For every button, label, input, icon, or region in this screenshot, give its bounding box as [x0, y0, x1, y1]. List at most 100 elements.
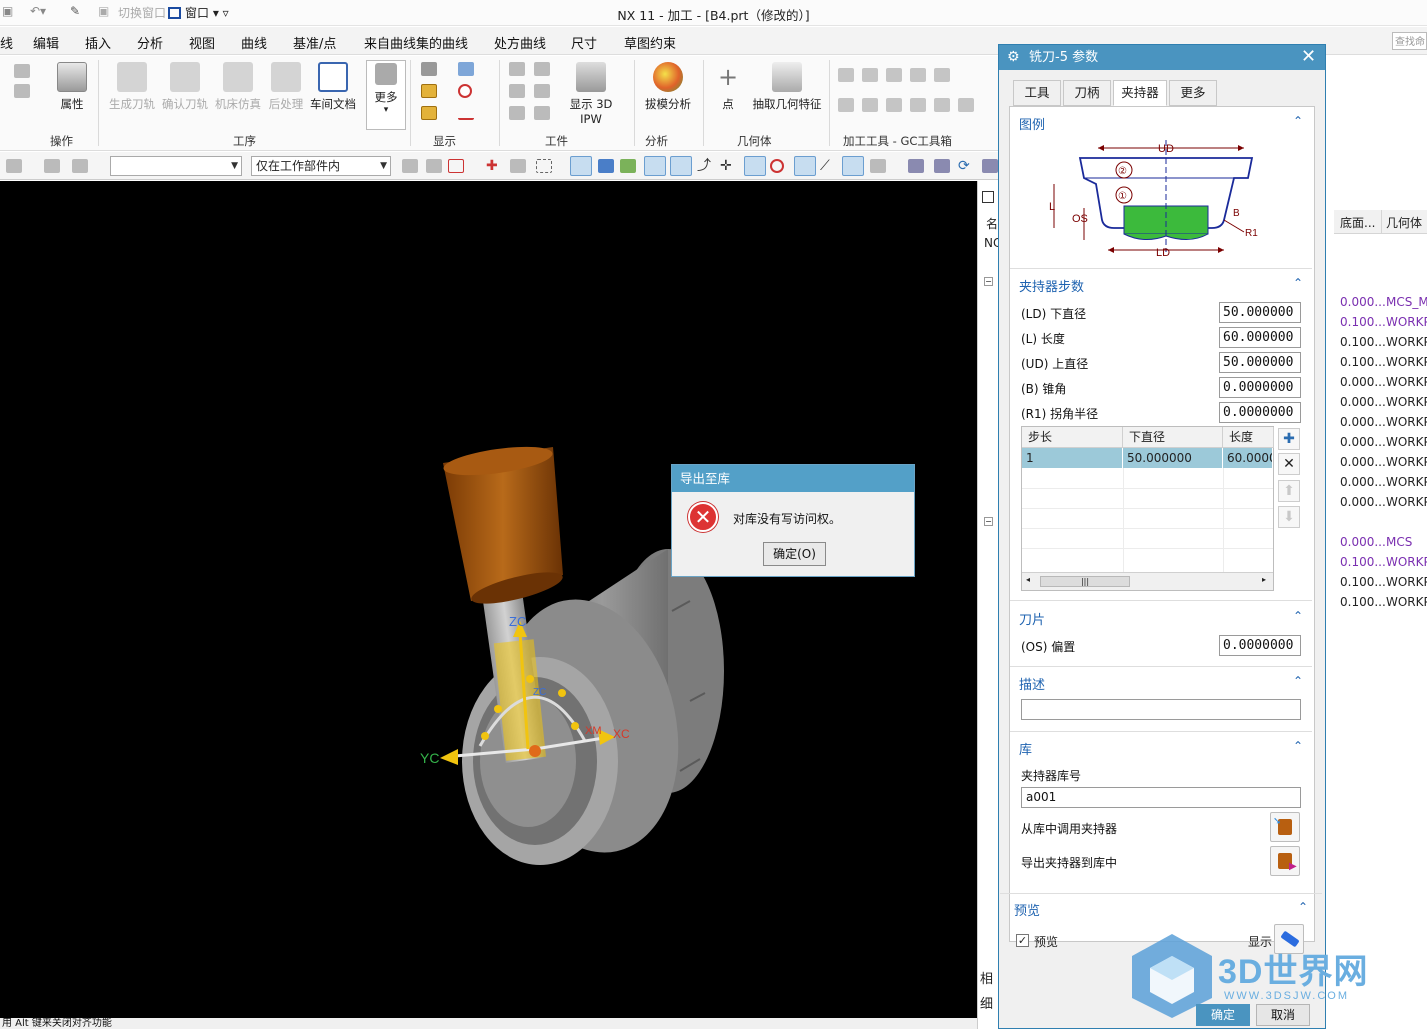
scroll-left-icon[interactable]: ◂: [1026, 575, 1030, 584]
gc-tool-icon[interactable]: [886, 98, 902, 112]
menu-insert[interactable]: 插入: [85, 33, 111, 52]
scroll-right-icon[interactable]: ▸: [1262, 575, 1266, 584]
snap-center-icon[interactable]: [744, 156, 766, 176]
chevron-up-icon[interactable]: ⌃: [1293, 674, 1303, 688]
horizontal-scrollbar[interactable]: ◂ ||| ▸: [1022, 572, 1273, 590]
cube-shaded-icon[interactable]: [598, 159, 614, 173]
param-ld-field[interactable]: 50.000000: [1219, 302, 1301, 323]
error-dialog-title[interactable]: 导出至库: [672, 465, 914, 492]
menu-dimension[interactable]: 尺寸: [571, 33, 597, 52]
table-row[interactable]: 0.000... WORKP: [1334, 492, 1427, 512]
error-ok-button[interactable]: 确定(O): [763, 542, 826, 566]
snap-midpoint-icon[interactable]: [670, 156, 692, 176]
display-icon[interactable]: [421, 106, 437, 120]
chevron-up-icon[interactable]: ⌃: [1293, 609, 1303, 623]
display-icon[interactable]: [458, 106, 474, 120]
table-header-length[interactable]: 长度: [1223, 427, 1274, 448]
snap-icon[interactable]: ✚: [486, 159, 502, 173]
cancel-button[interactable]: 取消: [1256, 1004, 1310, 1026]
gc-tool-icon[interactable]: [862, 98, 878, 112]
menu-prescription-curve[interactable]: 处方曲线: [494, 33, 546, 52]
marquee-icon[interactable]: [536, 159, 552, 173]
table-header-lower-diameter[interactable]: 下直径: [1123, 427, 1223, 448]
command-search-input[interactable]: 查找命: [1392, 32, 1427, 50]
snap-points-icon[interactable]: [620, 159, 636, 173]
view-icon[interactable]: [934, 159, 950, 173]
gc-tool-icon[interactable]: [910, 68, 926, 82]
snap-face-icon[interactable]: [842, 156, 864, 176]
gc-tool-icon[interactable]: [886, 68, 902, 82]
section-figure-header[interactable]: 图例: [1019, 114, 1045, 133]
menu-curve-partial[interactable]: 线: [0, 33, 13, 52]
nav-col-name[interactable]: 名: [986, 215, 998, 232]
menu-curves-from-curves[interactable]: 来自曲线集的曲线: [364, 33, 468, 52]
snap-icon[interactable]: [870, 159, 886, 173]
gc-tool-icon[interactable]: [838, 98, 854, 112]
table-row[interactable]: 0.000... WORKP: [1334, 412, 1427, 432]
menu-curve[interactable]: 曲线: [241, 33, 267, 52]
display-icon[interactable]: [421, 84, 437, 98]
library-number-field[interactable]: a001: [1021, 787, 1301, 808]
preview-checkbox[interactable]: ✓: [1016, 934, 1029, 947]
display-icon[interactable]: [421, 62, 437, 76]
select-icon[interactable]: [510, 159, 526, 173]
menu-analysis[interactable]: 分析: [137, 33, 163, 52]
extract-geometry-button[interactable]: 抽取几何特征: [750, 62, 824, 112]
table-header-step[interactable]: 步长: [1022, 427, 1123, 448]
ribbon-small-icon[interactable]: [14, 64, 30, 78]
snap-existing-point-icon[interactable]: [794, 156, 816, 176]
collapse-icon[interactable]: −: [984, 517, 993, 526]
col-geometry-header[interactable]: 几何体: [1386, 214, 1422, 231]
select-icon[interactable]: [448, 159, 464, 173]
chevron-up-icon[interactable]: ⌃: [1293, 114, 1303, 128]
section-library-header[interactable]: 库: [1019, 739, 1032, 758]
gc-tool-icon[interactable]: [838, 68, 854, 82]
table-row[interactable]: 0.000... WORKP: [1334, 432, 1427, 452]
filter-icon[interactable]: [72, 159, 88, 173]
gear-icon[interactable]: ⚙: [1007, 49, 1020, 65]
table-row[interactable]: 0.000... WORKP: [1334, 472, 1427, 492]
ok-button[interactable]: 确定: [1196, 1004, 1250, 1026]
view-icon[interactable]: [982, 159, 998, 173]
workpiece-icon[interactable]: [534, 62, 550, 76]
table-row[interactable]: 0.100... WORKP: [1334, 572, 1427, 592]
section-preview-header[interactable]: 预览: [1014, 900, 1040, 919]
table-row[interactable]: 0.000... MCS: [1334, 532, 1427, 552]
section-insert-header[interactable]: 刀片: [1019, 609, 1045, 628]
snap-curve-icon[interactable]: ⤴: [697, 159, 713, 173]
table-row[interactable]: 0.100... WORKP: [1334, 312, 1427, 332]
menu-view[interactable]: 视图: [189, 33, 215, 52]
chevron-up-icon[interactable]: ⌃: [1293, 739, 1303, 753]
snap-quadrant-icon[interactable]: [770, 159, 784, 173]
refresh-icon[interactable]: ⟳: [958, 159, 974, 173]
generate-path-button[interactable]: 生成刀轨: [108, 62, 156, 112]
table-row[interactable]: [1334, 512, 1427, 532]
type-filter-select[interactable]: ▼: [110, 156, 242, 176]
display-icon[interactable]: [458, 84, 472, 98]
more-button[interactable]: 更多 ▾: [366, 60, 406, 130]
maximize-icon[interactable]: [982, 191, 994, 203]
menu-datum-point[interactable]: 基准/点: [293, 33, 336, 52]
workpiece-icon[interactable]: [509, 84, 525, 98]
add-step-button[interactable]: ✚: [1278, 428, 1300, 450]
table-row[interactable]: 0.100... WORKP: [1334, 592, 1427, 612]
tab-shank[interactable]: 刀柄: [1063, 80, 1111, 106]
col-floor-header[interactable]: 底面...: [1340, 214, 1375, 231]
select-icon[interactable]: [426, 159, 442, 173]
point-button[interactable]: + 点: [712, 62, 744, 112]
select-icon[interactable]: [402, 159, 418, 173]
workpiece-icon[interactable]: [509, 62, 525, 76]
view-icon[interactable]: [908, 159, 924, 173]
param-os-field[interactable]: 0.0000000: [1219, 635, 1301, 656]
param-l-field[interactable]: 60.000000: [1219, 327, 1301, 348]
table-row[interactable]: 0.100... WORKP: [1334, 352, 1427, 372]
scope-select[interactable]: 仅在工作部件内 ▼: [251, 156, 391, 176]
gc-tool-icon[interactable]: [958, 98, 974, 112]
draft-analysis-button[interactable]: 拔模分析: [640, 62, 696, 112]
close-icon[interactable]: ✕: [1301, 47, 1316, 67]
workpiece-icon[interactable]: [534, 106, 550, 120]
table-row[interactable]: 0.000... WORKP: [1334, 452, 1427, 472]
snap-intersection-icon[interactable]: ✛: [720, 159, 736, 173]
nav-bottom-tab[interactable]: 相: [980, 968, 993, 987]
table-row[interactable]: 0.100... WORKP: [1334, 552, 1427, 572]
